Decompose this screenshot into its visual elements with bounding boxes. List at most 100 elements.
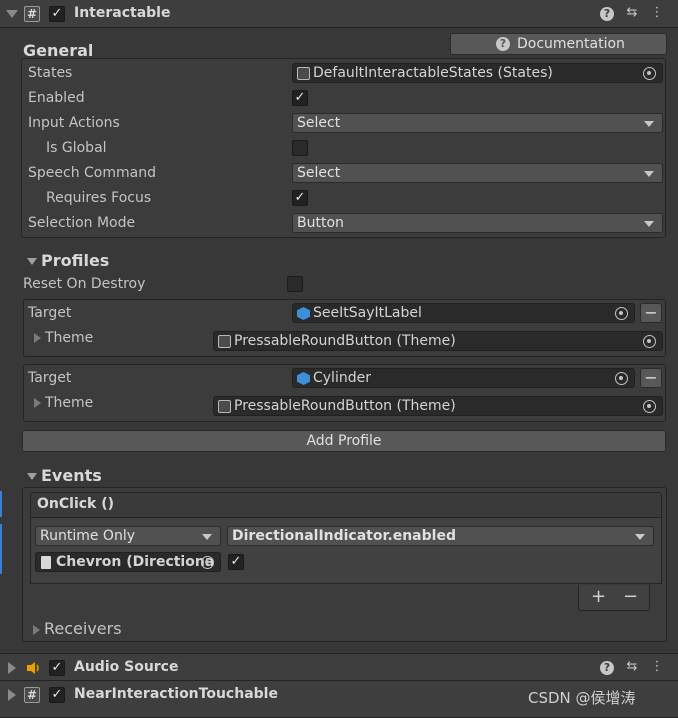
audio-source-enabled-checkbox[interactable]: ✓ (49, 660, 65, 676)
receivers-label: Receivers (44, 619, 122, 638)
foldout-arrow-icon (34, 398, 41, 408)
near-interaction-touchable-header[interactable]: # ✓ NearInteractionTouchable CSDN @侯增涛 (0, 681, 678, 718)
theme-value: PressableRoundButton (Theme) (234, 333, 456, 349)
chevron-down-icon (635, 534, 645, 540)
theme-foldout[interactable]: Theme (34, 395, 93, 411)
onclick-header: OnClick () (30, 492, 662, 518)
collapse-arrow-icon[interactable] (6, 10, 18, 18)
argument-checkbox[interactable]: ✓ (228, 554, 244, 570)
object-picker-icon[interactable] (643, 400, 656, 413)
theme-field[interactable]: PressableRoundButton (Theme) (213, 331, 663, 351)
interactable-header[interactable]: # ✓ Interactable ? ⇆ ⋮ (0, 0, 678, 28)
enabled-label: Enabled (28, 90, 85, 106)
gameobject-cube-icon (297, 307, 310, 320)
help-icon: ? (496, 37, 510, 51)
presets-icon[interactable]: ⇆ (624, 5, 640, 21)
speech-command-dropdown[interactable]: Select (292, 163, 663, 183)
states-label: States (28, 65, 73, 81)
documentation-button[interactable]: ? Documentation (450, 33, 667, 55)
audio-source-title: Audio Source (74, 659, 179, 675)
profiles-title: Profiles (41, 251, 110, 270)
target-label: Target (28, 305, 72, 321)
presets-icon[interactable]: ⇆ (624, 659, 640, 675)
event-object-value: Chevron (Directiona (56, 554, 215, 570)
remove-profile-button[interactable]: − (640, 368, 662, 388)
general-panel (21, 58, 666, 238)
menu-icon[interactable]: ⋮ (649, 5, 665, 21)
target-value: Cylinder (313, 370, 371, 386)
target-label: Target (28, 370, 72, 386)
foldout-arrow-icon (34, 333, 41, 343)
interactable-enabled-checkbox[interactable]: ✓ (49, 6, 65, 22)
object-picker-icon[interactable] (201, 556, 214, 569)
selection-mode-label: Selection Mode (28, 215, 136, 231)
object-picker-icon[interactable] (643, 67, 656, 80)
scriptable-object-icon (297, 67, 310, 80)
object-picker-icon[interactable] (615, 372, 628, 385)
remove-event-button[interactable]: − (623, 586, 638, 607)
help-icon[interactable]: ? (600, 661, 614, 675)
chevron-down-icon (202, 534, 212, 540)
script-component-icon: # (24, 687, 40, 703)
foldout-arrow-icon (33, 624, 40, 635)
selection-marker (0, 524, 2, 574)
scriptable-object-icon (218, 400, 231, 413)
audio-source-header[interactable]: ✓ Audio Source ? ⇆ ⋮ (0, 653, 678, 681)
requires-focus-checkbox[interactable]: ✓ (292, 190, 308, 206)
expand-arrow-icon[interactable] (8, 662, 16, 674)
input-actions-dropdown[interactable]: Select (292, 113, 663, 133)
runtime-dropdown[interactable]: Runtime Only (35, 526, 221, 546)
expand-arrow-icon[interactable] (8, 689, 16, 701)
object-picker-icon[interactable] (643, 335, 656, 348)
gameobject-cube-icon (297, 372, 310, 385)
target-field[interactable]: Cylinder (292, 368, 635, 388)
target-value: SeeItSayItLabel (313, 305, 422, 321)
add-profile-button[interactable]: Add Profile (22, 430, 666, 452)
events-foldout[interactable]: Events (27, 466, 102, 485)
near-interaction-title: NearInteractionTouchable (74, 686, 278, 702)
foldout-arrow-icon (27, 473, 37, 480)
chevron-down-icon (644, 171, 654, 177)
help-icon[interactable]: ? (600, 7, 614, 21)
requires-focus-label: Requires Focus (46, 190, 152, 206)
function-dropdown[interactable]: DirectionalIndicator.enabled (227, 526, 654, 546)
speech-command-label: Speech Command (28, 165, 156, 181)
events-title: Events (41, 466, 102, 485)
documentation-label: Documentation (517, 36, 625, 52)
menu-icon[interactable]: ⋮ (649, 659, 665, 675)
reset-on-destroy-label: Reset On Destroy (23, 276, 146, 292)
selection-mode-value: Button (297, 215, 344, 231)
receivers-foldout[interactable]: Receivers (33, 619, 122, 638)
theme-value: PressableRoundButton (Theme) (234, 398, 456, 414)
profiles-foldout[interactable]: Profiles (27, 251, 109, 270)
speaker-icon (26, 661, 40, 675)
chevron-down-icon (644, 221, 654, 227)
theme-foldout[interactable]: Theme (34, 330, 93, 346)
reset-on-destroy-checkbox[interactable] (287, 276, 303, 292)
component-title: Interactable (74, 5, 171, 21)
remove-profile-button[interactable]: − (640, 303, 662, 323)
object-picker-icon[interactable] (615, 307, 628, 320)
script-file-icon (41, 556, 51, 569)
input-actions-value: Select (297, 115, 341, 131)
function-value: DirectionalIndicator.enabled (232, 528, 456, 544)
add-event-button[interactable]: + (591, 586, 606, 607)
chevron-down-icon (644, 121, 654, 127)
selection-mode-dropdown[interactable]: Button (292, 213, 663, 233)
enabled-checkbox[interactable]: ✓ (292, 90, 308, 106)
event-object-field[interactable]: Chevron (Directiona (35, 552, 221, 572)
near-interaction-enabled-checkbox[interactable]: ✓ (49, 687, 65, 703)
is-global-checkbox[interactable] (292, 140, 308, 156)
input-actions-label: Input Actions (28, 115, 120, 131)
onclick-label: OnClick () (37, 496, 115, 512)
target-field[interactable]: SeeItSayItLabel (292, 303, 635, 323)
watermark: CSDN @侯增涛 (528, 689, 636, 707)
list-footer: + − (578, 585, 650, 611)
theme-field[interactable]: PressableRoundButton (Theme) (213, 396, 663, 416)
theme-label: Theme (45, 395, 94, 411)
theme-label: Theme (45, 330, 94, 346)
foldout-arrow-icon (27, 258, 37, 265)
states-field[interactable]: DefaultInteractableStates (States) (292, 63, 663, 83)
selection-marker (0, 491, 2, 517)
script-component-icon: # (24, 6, 40, 22)
